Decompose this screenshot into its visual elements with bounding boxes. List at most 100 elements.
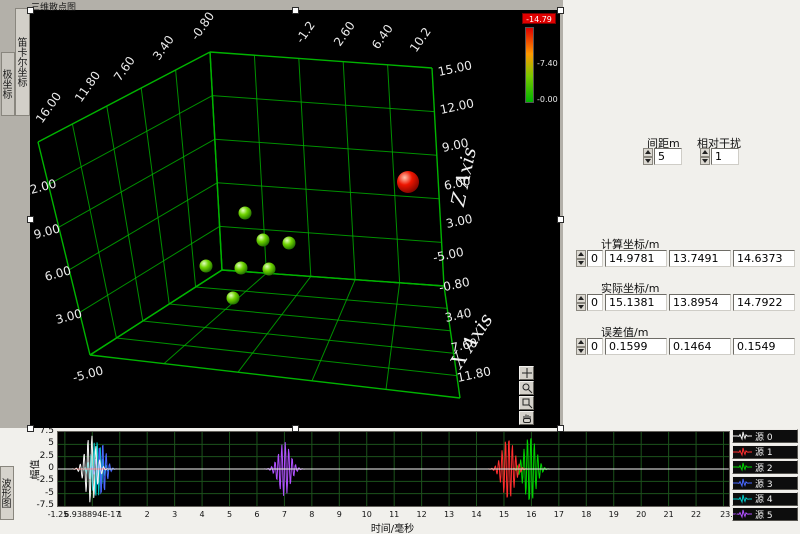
- selection-handle[interactable]: [27, 425, 34, 432]
- legend-trace: [733, 448, 752, 455]
- grid-line: [169, 304, 450, 331]
- spacing-value[interactable]: 5: [654, 148, 682, 165]
- grid-line: [386, 283, 400, 390]
- scatter-point-green: [283, 237, 296, 250]
- decrement-button[interactable]: [576, 347, 586, 356]
- increment-button[interactable]: [576, 338, 586, 347]
- computed-x-value: 14.9781: [605, 250, 667, 267]
- waveform-x-tick: 15: [499, 510, 509, 519]
- selection-handle[interactable]: [292, 7, 299, 14]
- legend-item[interactable]: 源 3: [732, 476, 798, 490]
- color-ramp: -14.79 -7.40 -0.00: [522, 13, 559, 109]
- scatter-point-green: [235, 262, 248, 275]
- legend-item[interactable]: 源 1: [732, 445, 798, 459]
- grid-line: [69, 183, 217, 270]
- waveform-x-tick: 16: [526, 510, 536, 519]
- grid-line: [210, 52, 222, 270]
- legend-item[interactable]: 源 4: [732, 492, 798, 506]
- spacing-control[interactable]: 5: [643, 148, 682, 165]
- array-index-value[interactable]: 0: [587, 338, 603, 355]
- interference-control[interactable]: 1: [700, 148, 739, 165]
- graph-cursor-tool-button[interactable]: [519, 366, 534, 380]
- tab-waveform[interactable]: 波形图: [0, 466, 14, 520]
- array-index-value[interactable]: 0: [587, 294, 603, 311]
- legend-item[interactable]: 源 2: [732, 460, 798, 474]
- legend-label: 源 2: [755, 461, 773, 474]
- waveform-x-tick: 14: [471, 510, 481, 519]
- waveform-graph: 幅值 时间/毫秒 源 0源 1源 2源 3源 4源 5 7.552.50-2.5…: [0, 428, 800, 534]
- axis-tick-label: -0.80: [188, 10, 217, 43]
- crosshair-icon: [521, 367, 533, 379]
- array-index-control[interactable]: 0: [576, 294, 603, 311]
- tab-polar[interactable]: 极坐标: [1, 52, 15, 116]
- interference-spinner[interactable]: [700, 148, 710, 165]
- waveform-x-tick: 19: [609, 510, 619, 519]
- selection-handle[interactable]: [27, 7, 34, 14]
- interference-value[interactable]: 1: [711, 148, 739, 165]
- index-spinner[interactable]: [576, 294, 586, 311]
- scatter3d-plot[interactable]: 15.0012.009.006.003.00-5.00-0.803.407.60…: [30, 10, 560, 428]
- graph-pan-tool-button[interactable]: [519, 411, 534, 425]
- increment-button[interactable]: [700, 148, 710, 157]
- waveform-y-tick: 5: [28, 438, 54, 448]
- increment-button[interactable]: [576, 250, 586, 259]
- increment-button[interactable]: [643, 148, 653, 157]
- legend-item[interactable]: 源 0: [732, 429, 798, 443]
- up-arrow-icon: [578, 252, 584, 256]
- waveform-x-tick: 3: [172, 510, 177, 519]
- waveform-x-tick: 10: [362, 510, 372, 519]
- grid-line: [48, 96, 212, 185]
- grid-line: [143, 321, 454, 353]
- waveform-x-tick: 20: [636, 510, 646, 519]
- decrement-button[interactable]: [576, 303, 586, 312]
- down-arrow-icon: [578, 349, 584, 353]
- legend-label: 源 1: [755, 445, 773, 458]
- array-index-value[interactable]: 0: [587, 250, 603, 267]
- waveform-x-tick: 23.2: [720, 510, 738, 519]
- selection-handle[interactable]: [557, 216, 564, 223]
- computed-z-value: 14.6373: [733, 250, 795, 267]
- legend-item[interactable]: 源 5: [732, 507, 798, 521]
- error-z-value: 0.1549: [733, 338, 795, 355]
- up-arrow-icon: [578, 340, 584, 344]
- colorbar-gradient[interactable]: [525, 27, 534, 103]
- waveform-x-tick: 21: [664, 510, 674, 519]
- waveform-x-tick: 4: [200, 510, 205, 519]
- waveform-legend: 源 0 源 1 源 2 源 3 源 4 源 5: [732, 429, 798, 523]
- selection-handle[interactable]: [557, 7, 564, 14]
- increment-button[interactable]: [576, 294, 586, 303]
- spacing-spinner[interactable]: [643, 148, 653, 165]
- waveform-x-tick: 13: [444, 510, 454, 519]
- colorbar-min-label: -0.00: [537, 95, 558, 104]
- decrement-button[interactable]: [700, 157, 710, 166]
- grid-line: [215, 139, 437, 155]
- axis-tick-label: 16.00: [33, 90, 64, 126]
- scatter-point-green: [257, 234, 270, 247]
- index-spinner[interactable]: [576, 250, 586, 267]
- array-index-control[interactable]: 0: [576, 338, 603, 355]
- axis-tick-label: 2.60: [331, 19, 358, 49]
- decrement-button[interactable]: [643, 157, 653, 166]
- legend-waveform-icon: [733, 493, 753, 505]
- error-x-value: 0.1599: [605, 338, 667, 355]
- waveform-plot-area[interactable]: [57, 431, 730, 507]
- tab-cartesian[interactable]: 笛卡尔坐标: [15, 8, 30, 116]
- selection-handle[interactable]: [27, 216, 34, 223]
- computed-y-value: 13.7491: [669, 250, 731, 267]
- array-index-control[interactable]: 0: [576, 250, 603, 267]
- selection-handle[interactable]: [292, 425, 299, 432]
- zoom-box-icon: [521, 397, 533, 409]
- grid-line: [299, 58, 311, 276]
- axis-tick-label: -5.00: [432, 245, 465, 265]
- legend-label: 源 5: [755, 508, 773, 521]
- graph-zoom-tool-button[interactable]: [519, 381, 534, 395]
- selection-handle[interactable]: [557, 425, 564, 432]
- index-spinner[interactable]: [576, 338, 586, 355]
- waveform-x-tick: 1: [117, 510, 122, 519]
- actual-z-value: 14.7922: [733, 294, 795, 311]
- decrement-button[interactable]: [576, 259, 586, 268]
- computed-coordinates-array: 0 14.9781 13.7491 14.6373: [576, 250, 795, 267]
- graph-zoom-box-tool-button[interactable]: [519, 396, 534, 410]
- actual-y-value: 13.8954: [669, 294, 731, 311]
- waveform-y-tick: -7.5: [28, 500, 54, 510]
